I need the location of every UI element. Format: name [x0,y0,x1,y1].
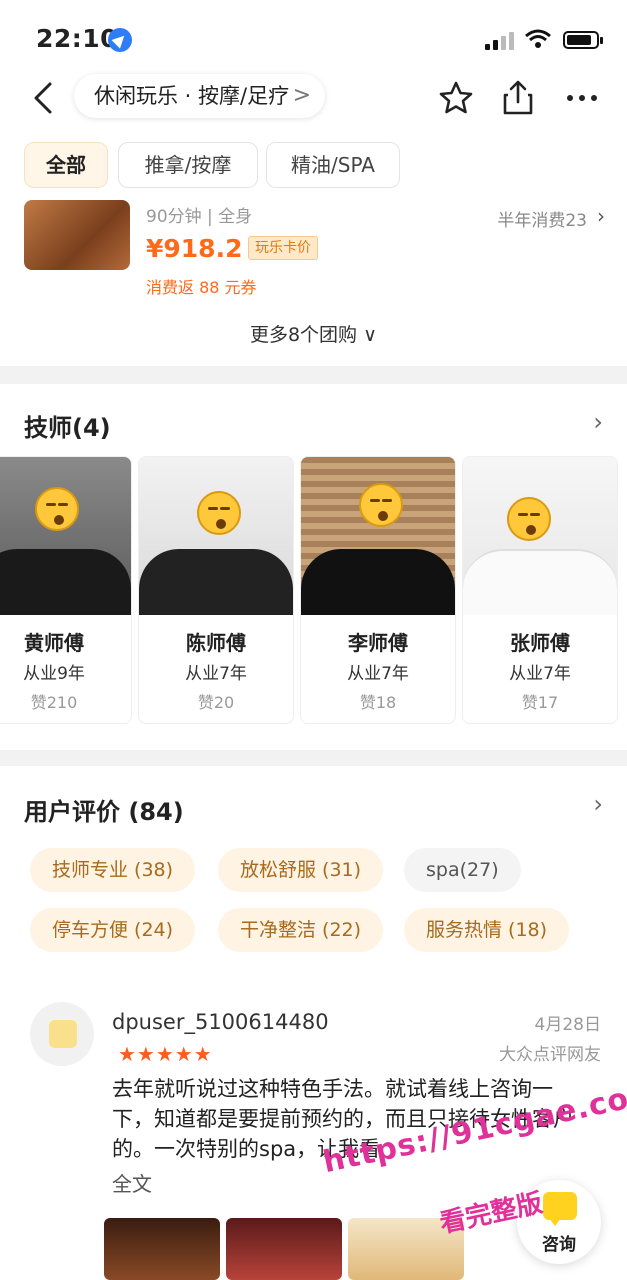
location-arrow-icon [108,28,132,52]
review-tag-chip[interactable]: 服务热情 (18) [404,908,570,952]
technician-name: 张师傅 [510,631,570,655]
wifi-icon [525,29,551,48]
sales-count: 半年消费23 [497,211,587,231]
nav-bar: 休闲玩乐 · 按摩/足疗 > [0,70,627,126]
emoji-face-icon [35,487,79,531]
emoji-face-icon [197,491,241,535]
technician-photo [139,457,293,615]
technicians-title: 技师(4) [24,414,111,442]
deal-thumbnail [24,200,130,270]
more-options-icon[interactable] [562,78,602,118]
status-bar: 22:10 [0,0,627,70]
technician-years: 从业7年 [185,664,247,684]
tab-all[interactable]: 全部 [24,142,108,188]
chevron-right-icon: › [597,204,605,228]
coupon-text: 消费返 88 元券 [146,278,257,297]
review-photo[interactable] [226,1218,342,1280]
technician-name: 李师傅 [348,631,408,655]
app-screen: 22:10 休闲玩乐 · 按摩/足疗 > 全部 推拿/按摩 精油/SPA 90分… [0,0,627,1280]
technician-photo [0,457,131,615]
technician-card[interactable]: 陈师傅 从业7年 赞20 [138,456,294,724]
review-username[interactable]: dpuser_5100614480 [112,1010,329,1034]
review-tag-chip[interactable]: spa(27) [404,848,521,892]
avatar[interactable] [30,1002,94,1066]
tab-spa[interactable]: 精油/SPA [266,142,400,188]
read-full-link[interactable]: 全文 [112,1168,152,1197]
back-arrow-icon[interactable] [24,78,64,118]
technician-photo [463,457,617,615]
deal-meta: 90分钟 | 全身 [146,207,253,227]
section-divider [0,366,627,384]
deal-item[interactable]: 90分钟 | 全身 ¥918.2 玩乐卡价 消费返 88 元券 半年消费23 ›… [0,196,627,366]
review-photo[interactable] [104,1218,220,1280]
share-icon[interactable] [498,78,538,118]
technician-card[interactable]: 黄师傅 从业9年 赞210 [0,456,132,724]
emoji-face-icon [507,497,551,541]
technician-years: 从业7年 [509,664,571,684]
review-date: 4月28日 [534,1015,601,1035]
deal-price: ¥918.2 [146,234,243,263]
breadcrumb-chevron-icon: > [292,83,312,108]
technician-name: 陈师傅 [186,631,246,655]
review-tag-chip[interactable]: 干净整洁 (22) [218,908,384,952]
chevron-right-icon[interactable]: › [593,790,603,818]
technician-likes: 赞20 [197,693,235,712]
cellular-signal-icon [485,32,515,50]
technician-card[interactable]: 李师傅 从业7年 赞18 [300,456,456,724]
breadcrumb-label: 休闲玩乐 · 按摩/足疗 [94,84,290,108]
review-tag-chip[interactable]: 放松舒服 (31) [218,848,384,892]
review-source: 大众点评网友 [499,1045,601,1065]
consult-label: 咨询 [542,1235,576,1255]
technician-likes: 赞18 [359,693,397,712]
review-stars: ★★★★★ [118,1042,213,1066]
review-tag-chip[interactable]: 停车方便 (24) [30,908,196,952]
technicians-section: 技师(4) › 黄师傅 从业9年 赞210 陈师傅 从业7年 赞20 李师傅 从… [0,384,627,750]
review-tag-chip[interactable]: 技师专业 (38) [30,848,196,892]
star-favorite-icon[interactable] [436,78,476,118]
technician-years: 从业9年 [23,664,85,684]
chevron-right-icon[interactable]: › [593,408,603,436]
status-time: 22:10 [36,24,119,53]
section-divider [0,750,627,766]
more-deals-link[interactable]: 更多8个团购 ∨ [0,320,627,347]
technician-photo [301,457,455,615]
chat-bubble-icon [543,1192,577,1226]
category-breadcrumb[interactable]: 休闲玩乐 · 按摩/足疗 > [74,74,326,118]
technician-likes: 赞17 [521,693,559,712]
technician-card[interactable]: 张师傅 从业7年 赞17 [462,456,618,724]
technician-name: 黄师傅 [24,631,84,655]
price-tag-badge: 玩乐卡价 [248,236,318,260]
technician-likes: 赞210 [30,693,78,712]
reviews-title: 用户评价 (84) [24,798,184,826]
tab-massage[interactable]: 推拿/按摩 [118,142,258,188]
technician-years: 从业7年 [347,664,409,684]
emoji-face-icon [359,483,403,527]
battery-icon [563,31,603,49]
